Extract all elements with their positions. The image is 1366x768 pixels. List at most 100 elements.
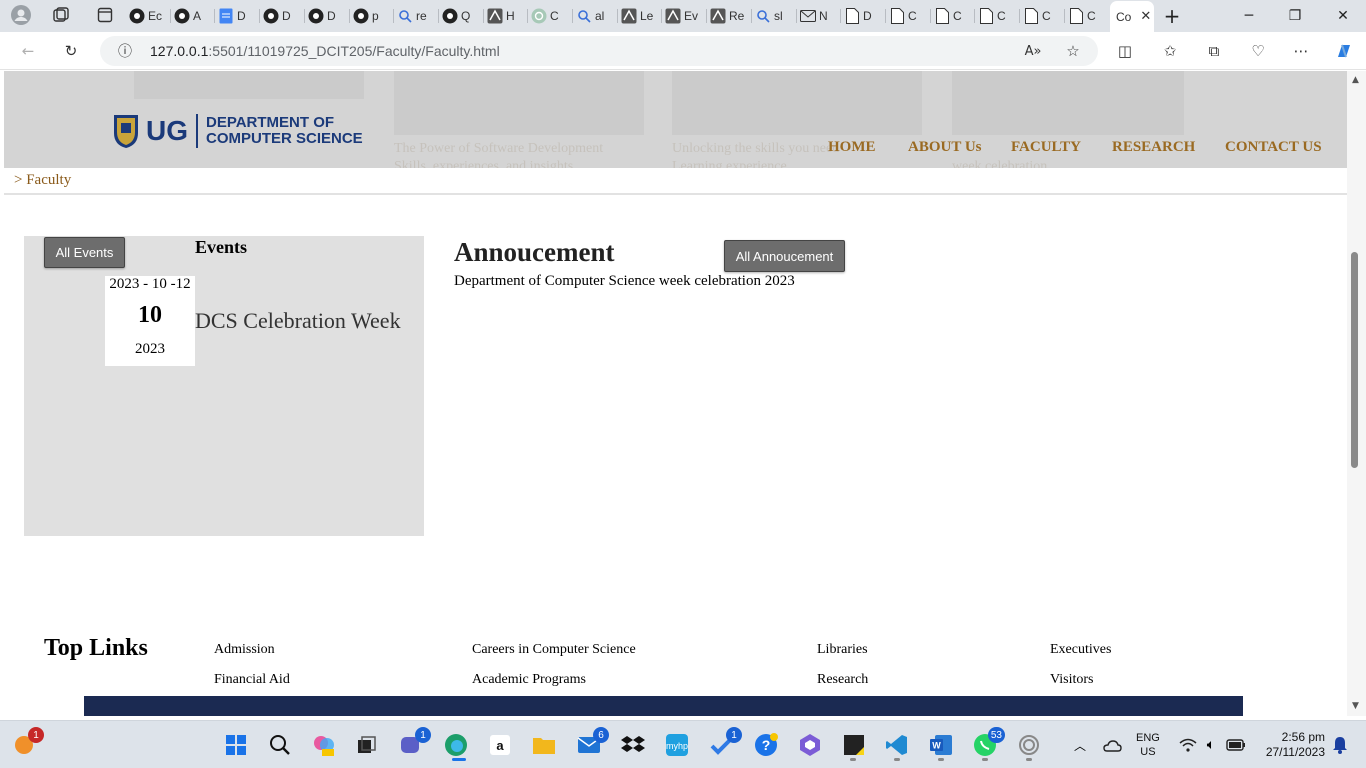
workspaces-icon[interactable] [48, 3, 74, 27]
language-indicator[interactable]: ENG US [1136, 731, 1160, 759]
footer-link-libraries[interactable]: Libraries [817, 642, 868, 658]
amazon-icon[interactable]: a [486, 731, 514, 759]
ghost-caption: week celebration [952, 159, 1048, 168]
teams-badge: 1 [415, 727, 431, 743]
site-info-icon[interactable]: ⓘ [112, 39, 138, 63]
browser-tab[interactable]: Ev [665, 3, 702, 29]
footer-link-admission[interactable]: Admission [214, 642, 275, 658]
event-title[interactable]: DCS Celebration Week [195, 308, 401, 334]
onedrive-icon[interactable] [1098, 731, 1126, 759]
scroll-down-icon[interactable]: ▼ [1352, 701, 1359, 711]
footer-link-financial-aid[interactable]: Financial Aid [214, 672, 290, 688]
settings-more-icon[interactable]: ⋯ [1288, 39, 1314, 63]
dropbox-icon[interactable] [619, 731, 647, 759]
browser-tab[interactable]: A [174, 3, 211, 29]
nav-contact[interactable]: CONTACT US [1225, 139, 1322, 156]
whatsapp-icon[interactable]: 53 [971, 727, 1005, 759]
footer-link-visitors[interactable]: Visitors [1050, 672, 1094, 688]
browser-toolbar: ← ↻ ⓘ 127.0.0.1:5501/11019725_DCIT205/Fa… [0, 32, 1366, 70]
teams-icon[interactable]: 1 [397, 727, 431, 759]
nav-home[interactable]: HOME [828, 139, 876, 156]
clock[interactable]: 2:56 pm 27/11/2023 [1255, 730, 1325, 760]
scroll-up-icon[interactable]: ▲ [1352, 75, 1359, 85]
search-icon[interactable] [266, 731, 294, 759]
new-tab-icon[interactable]: + [1150, 0, 1194, 32]
copilot-icon[interactable] [1331, 39, 1357, 63]
favorite-star-icon[interactable]: ☆ [1060, 39, 1086, 63]
tab-separator [840, 9, 841, 23]
scrollbar-thumb[interactable] [1351, 252, 1358, 468]
browser-tab[interactable]: C [531, 3, 568, 29]
browser-tab[interactable]: re [397, 3, 434, 29]
myhp-icon[interactable]: myhp [663, 731, 691, 759]
footer-link-research[interactable]: Research [817, 672, 868, 688]
all-events-button[interactable]: All Events [44, 237, 125, 268]
weather-icon[interactable]: 1 [10, 727, 44, 759]
close-window-icon[interactable]: ✕ [1320, 0, 1366, 32]
browser-tab[interactable]: Le [621, 3, 658, 29]
volume-icon[interactable]: 🔈︎ [1197, 731, 1225, 759]
weather-badge: 1 [28, 727, 44, 743]
site-logo[interactable]: UG DEPARTMENT OF COMPUTER SCIENCE [112, 113, 363, 149]
word-icon[interactable]: W [927, 731, 955, 759]
nav-research[interactable]: RESEARCH [1112, 139, 1195, 156]
favorites-icon[interactable]: ✩ [1157, 39, 1183, 63]
file-explorer-icon[interactable] [530, 731, 558, 759]
browser-tab[interactable]: p [353, 3, 390, 29]
split-screen-icon[interactable]: ◫ [1112, 39, 1138, 63]
office-icon[interactable] [796, 731, 824, 759]
browser-tab[interactable]: D [308, 3, 345, 29]
nav-faculty[interactable]: FACULTY [1011, 139, 1081, 156]
sticky-notes-icon[interactable] [840, 731, 868, 759]
todo-icon[interactable]: 1 [708, 727, 742, 759]
mail-icon[interactable]: 6 [575, 727, 609, 759]
nav-about[interactable]: ABOUT Us [908, 139, 982, 156]
breadcrumb[interactable]: > Faculty [14, 172, 71, 189]
browser-tab[interactable]: al [576, 3, 613, 29]
browser-tab[interactable]: C [934, 3, 971, 29]
browser-tab[interactable]: Re [710, 3, 747, 29]
tab-active[interactable]: Co ✕ [1110, 1, 1154, 32]
browser-tab[interactable]: H [487, 3, 524, 29]
battery-icon[interactable] [1222, 731, 1250, 759]
footer-link-executives[interactable]: Executives [1050, 642, 1111, 658]
cortana-icon[interactable] [1015, 731, 1043, 759]
logo-line-2: COMPUTER SCIENCE [206, 130, 363, 147]
collections-icon[interactable]: ⧉ [1201, 39, 1227, 63]
browser-tab[interactable]: sl [755, 3, 792, 29]
refresh-icon[interactable]: ↻ [58, 39, 84, 63]
read-aloud-icon[interactable]: A» [1020, 39, 1046, 63]
tab-label: C [953, 9, 962, 23]
browser-tab[interactable]: C [889, 3, 926, 29]
address-bar[interactable]: ⓘ 127.0.0.1:5501/11019725_DCIT205/Facult… [100, 36, 1098, 66]
edge-icon[interactable] [442, 731, 470, 759]
browser-tab[interactable]: Ec [129, 3, 166, 29]
notification-bell-icon[interactable] [1326, 731, 1354, 759]
tab-actions-icon[interactable] [92, 3, 118, 27]
start-icon[interactable] [222, 731, 250, 759]
browser-tab[interactable]: C [978, 3, 1015, 29]
browser-tab[interactable]: D [263, 3, 300, 29]
help-icon[interactable]: ? [752, 731, 780, 759]
profile-icon[interactable] [8, 3, 34, 27]
browser-tab[interactable]: D [218, 3, 255, 29]
copilot-preview-icon[interactable] [310, 731, 338, 759]
footer-link-academic-programs[interactable]: Academic Programs [472, 672, 586, 688]
all-announcement-button[interactable]: All Annoucement [724, 240, 845, 272]
header-bg-image [134, 71, 364, 99]
minimize-icon[interactable]: ─ [1226, 0, 1272, 32]
browser-essentials-icon[interactable]: ♡ [1245, 39, 1271, 63]
task-view-icon[interactable] [352, 731, 380, 759]
browser-tab[interactable]: D [844, 3, 881, 29]
browser-tab[interactable]: Q [442, 3, 479, 29]
show-hidden-icons-icon[interactable]: ︿ [1066, 731, 1094, 759]
url-text[interactable]: 127.0.0.1:5501/11019725_DCIT205/Faculty/… [150, 43, 500, 59]
browser-tab[interactable]: C [1023, 3, 1060, 29]
restore-icon[interactable]: ❐ [1272, 0, 1318, 32]
vscode-icon[interactable] [883, 731, 911, 759]
footer-link-careers[interactable]: Careers in Computer Science [472, 642, 636, 658]
browser-tab[interactable]: N [800, 3, 837, 29]
tab-label: Re [729, 9, 745, 23]
browser-tab[interactable]: C [1068, 3, 1105, 29]
back-icon[interactable]: ← [15, 39, 41, 63]
